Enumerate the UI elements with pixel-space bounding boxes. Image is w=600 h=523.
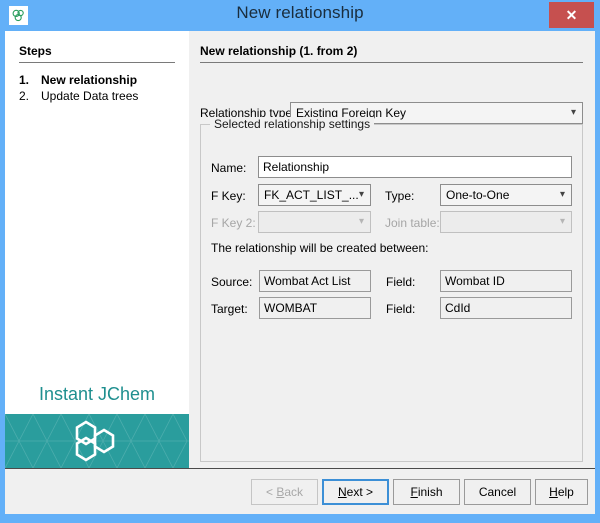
step-label: New relationship xyxy=(41,73,137,87)
window-bottom-border xyxy=(0,514,600,523)
fkey-select[interactable]: FK_ACT_LIST_... ▾ xyxy=(258,184,371,206)
fkey2-select: ▾ xyxy=(258,211,371,233)
step-item-update-data-trees: 2.Update Data trees xyxy=(19,89,138,103)
step-number: 1. xyxy=(19,73,41,87)
target-value: WOMBAT xyxy=(259,297,371,319)
name-label: Name: xyxy=(211,161,246,175)
step-item-new-relationship: 1.New relationship xyxy=(19,73,137,87)
chevron-down-icon: ▾ xyxy=(359,212,364,232)
page-title-divider xyxy=(200,62,583,63)
brand-banner xyxy=(5,414,189,468)
hexagon-molecule-logo xyxy=(74,420,120,462)
join-table-label: Join table: xyxy=(385,216,440,230)
group-title: Selected relationship settings xyxy=(210,117,374,131)
source-value: Wombat Act List xyxy=(259,270,371,292)
type-select[interactable]: One-to-One ▾ xyxy=(440,184,572,206)
fkey-label: F Key: xyxy=(211,189,246,203)
target-field-label: Field: xyxy=(386,302,415,316)
window-title: New relationship xyxy=(0,3,600,23)
dialog-client-area: Steps 1.New relationship 2.Update Data t… xyxy=(5,31,595,514)
join-table-select: ▾ xyxy=(440,211,572,233)
source-label: Source: xyxy=(211,275,252,289)
steps-heading: Steps xyxy=(19,44,52,58)
next-button[interactable]: Next > xyxy=(322,479,389,505)
target-label: Target: xyxy=(211,302,248,316)
source-field-label: Field: xyxy=(386,275,415,289)
chevron-down-icon: ▾ xyxy=(359,185,364,205)
source-field-value: Wombat ID xyxy=(440,270,572,292)
cancel-button[interactable]: Cancel xyxy=(464,479,531,505)
brand-product-name: Instant JChem xyxy=(5,384,189,405)
back-button: < Back xyxy=(251,479,318,505)
button-bar: < Back Next > Finish Cancel Help xyxy=(5,469,595,514)
steps-divider xyxy=(19,62,175,63)
step-number: 2. xyxy=(19,89,41,103)
title-bar: New relationship ✕ xyxy=(0,0,600,31)
close-icon[interactable]: ✕ xyxy=(549,2,594,28)
chevron-down-icon: ▾ xyxy=(571,103,576,123)
wizard-content-pane: New relationship (1. from 2) Relationshi… xyxy=(189,31,595,468)
dialog-window: New relationship ✕ Steps 1.New relations… xyxy=(0,0,600,523)
chevron-down-icon: ▾ xyxy=(560,212,565,232)
relationship-between-text: The relationship will be created between… xyxy=(211,241,428,255)
steps-pane: Steps 1.New relationship 2.Update Data t… xyxy=(5,31,189,468)
page-title: New relationship (1. from 2) xyxy=(200,44,357,58)
target-field-value: CdId xyxy=(440,297,572,319)
help-button[interactable]: Help xyxy=(535,479,588,505)
type-value: One-to-One xyxy=(446,188,509,202)
step-label: Update Data trees xyxy=(41,89,138,103)
name-input[interactable]: Relationship xyxy=(258,156,572,178)
fkey-value: FK_ACT_LIST_... xyxy=(264,188,359,202)
fkey2-label: F Key 2: xyxy=(211,216,256,230)
finish-button[interactable]: Finish xyxy=(393,479,460,505)
chevron-down-icon: ▾ xyxy=(560,185,565,205)
type-label: Type: xyxy=(385,189,414,203)
